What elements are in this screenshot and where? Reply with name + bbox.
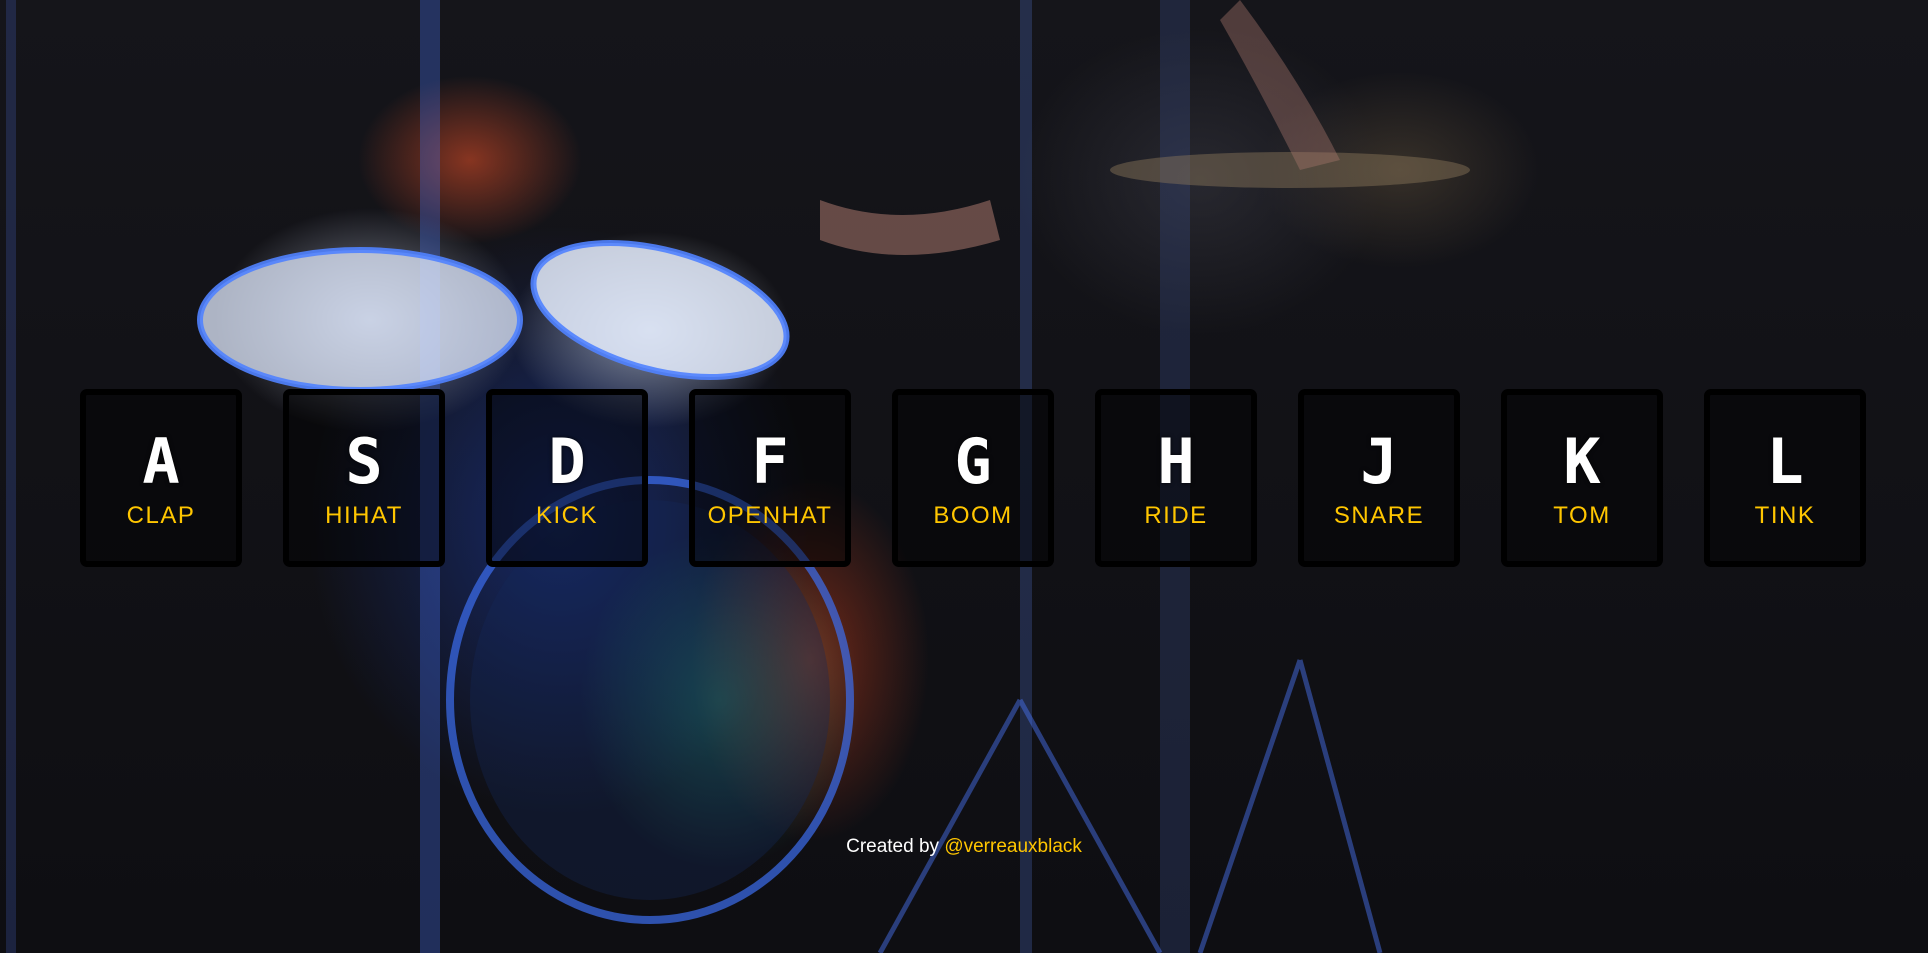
key-letter: S	[345, 425, 383, 498]
key-k-tom[interactable]: K TOM	[1501, 389, 1663, 567]
author-link[interactable]: @verreauxblack	[944, 836, 1082, 857]
key-sound-label: KICK	[535, 502, 598, 529]
key-letter: H	[1157, 425, 1195, 498]
key-l-tink[interactable]: L TINK	[1704, 389, 1866, 567]
key-letter: K	[1563, 425, 1601, 498]
key-a-clap[interactable]: A CLAP	[80, 389, 242, 567]
key-d-kick[interactable]: D KICK	[486, 389, 648, 567]
footer-credit: Created by @verreauxblack	[0, 836, 1928, 858]
key-letter: G	[954, 425, 992, 498]
key-sound-label: TINK	[1754, 502, 1816, 529]
key-g-boom[interactable]: G BOOM	[892, 389, 1054, 567]
key-sound-label: SNARE	[1333, 502, 1425, 529]
drum-keys-row: A CLAP S HIHAT D KICK F OPENHAT G BOOM H…	[80, 389, 1866, 567]
key-sound-label: HIHAT	[325, 502, 403, 529]
drum-kit-page: A CLAP S HIHAT D KICK F OPENHAT G BOOM H…	[0, 0, 1928, 953]
key-sound-label: BOOM	[933, 502, 1013, 529]
key-f-openhat[interactable]: F OPENHAT	[689, 389, 851, 567]
key-h-ride[interactable]: H RIDE	[1095, 389, 1257, 567]
footer-credit-prefix: Created by	[846, 836, 940, 857]
key-s-hihat[interactable]: S HIHAT	[283, 389, 445, 567]
key-sound-label: RIDE	[1144, 502, 1208, 529]
key-letter: D	[548, 425, 586, 498]
key-letter: A	[142, 425, 180, 498]
key-letter: L	[1766, 425, 1804, 498]
key-sound-label: CLAP	[126, 502, 196, 529]
key-letter: J	[1360, 425, 1398, 498]
key-sound-label: OPENHAT	[707, 502, 833, 529]
key-j-snare[interactable]: J SNARE	[1298, 389, 1460, 567]
key-letter: F	[751, 425, 789, 498]
key-sound-label: TOM	[1553, 502, 1611, 529]
